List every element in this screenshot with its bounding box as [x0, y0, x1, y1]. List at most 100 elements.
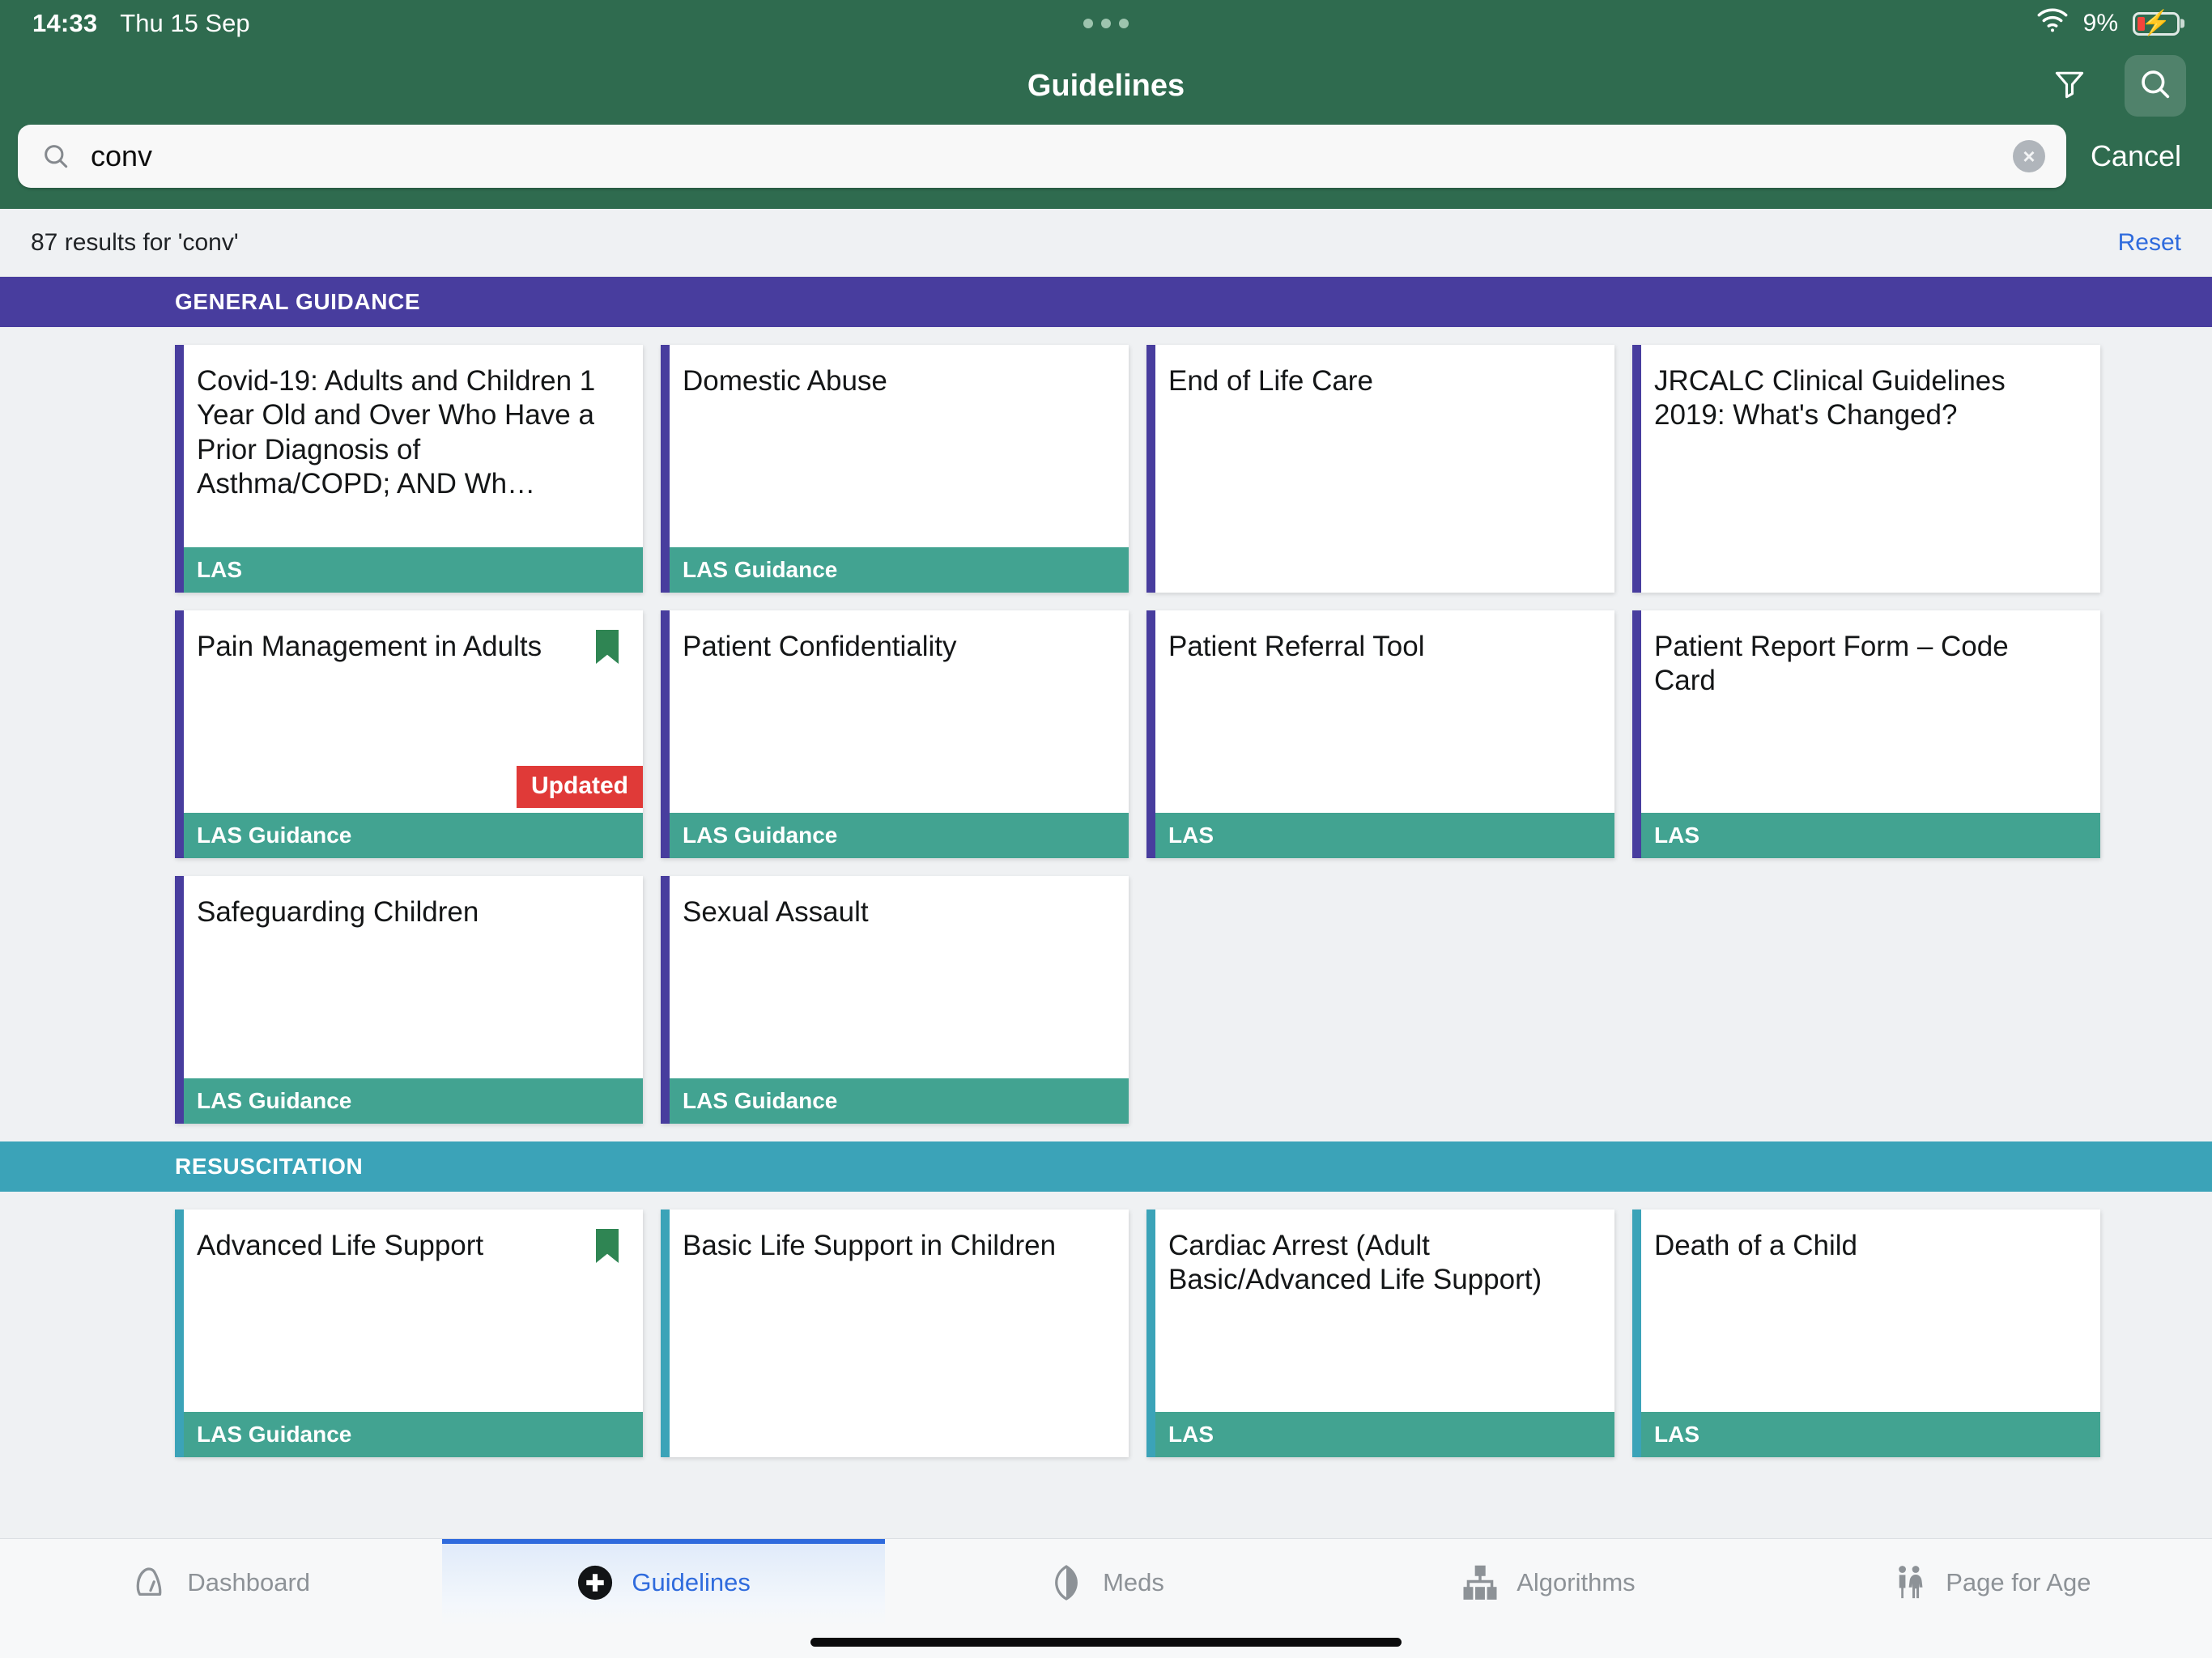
status-bar-right: 9% ⚡	[2036, 8, 2180, 39]
card-title: Cardiac Arrest (Adult Basic/Advanced Lif…	[1168, 1230, 1542, 1296]
card-title: Pain Management in Adults	[197, 631, 542, 662]
card-grid: Covid-19: Adults and Children 1 Year Old…	[0, 327, 2212, 1141]
section-header: RESUSCITATION	[0, 1141, 2212, 1192]
status-bar: 14:33 Thu 15 Sep 9% ⚡	[0, 0, 2212, 47]
guideline-card[interactable]: Advanced Life Support LAS Guidance	[175, 1209, 643, 1457]
card-title: Death of a Child	[1654, 1230, 1857, 1261]
tab-dashboard[interactable]: Dashboard	[0, 1539, 442, 1626]
tab-label: Dashboard	[187, 1567, 311, 1596]
card-body: Basic Life Support in Children	[661, 1209, 1129, 1457]
tab-page-for-age[interactable]: Page for Age	[1770, 1539, 2212, 1626]
results-list[interactable]: GENERAL GUIDANCE Covid-19: Adults and Chi…	[0, 277, 2212, 1538]
search-icon	[40, 141, 71, 172]
card-title: Sexual Assault	[683, 896, 869, 928]
tab-label: Page for Age	[1946, 1567, 2091, 1596]
status-date: Thu 15 Sep	[120, 9, 250, 37]
tab-label: Algorithms	[1516, 1567, 1636, 1596]
card-body: Patient Confidentiality	[661, 610, 1129, 813]
circle-plus-icon	[576, 1564, 614, 1601]
results-bar: 87 results for 'conv' Reset	[0, 209, 2212, 277]
reset-button[interactable]: Reset	[2118, 229, 2181, 257]
guideline-card[interactable]: Covid-19: Adults and Children 1 Year Old…	[175, 345, 643, 593]
card-source-label: LAS Guidance	[175, 813, 643, 858]
tab-algorithms[interactable]: Algorithms	[1327, 1539, 1769, 1626]
tab-label: Guidelines	[632, 1567, 751, 1596]
filter-button[interactable]	[2039, 55, 2100, 117]
status-bar-left: 14:33 Thu 15 Sep	[32, 9, 250, 38]
guideline-card[interactable]: Domestic Abuse LAS Guidance	[661, 345, 1129, 593]
guideline-card[interactable]: Basic Life Support in Children	[661, 1209, 1129, 1457]
bookmark-icon[interactable]	[594, 1229, 620, 1265]
card-body: Cardiac Arrest (Adult Basic/Advanced Lif…	[1146, 1209, 1614, 1412]
home-indicator-area	[0, 1626, 2212, 1658]
guideline-card[interactable]: JRCALC Clinical Guidelines 2019: What's …	[1632, 345, 2100, 593]
guideline-card[interactable]: Cardiac Arrest (Adult Basic/Advanced Lif…	[1146, 1209, 1614, 1457]
card-source-label: LAS Guidance	[661, 813, 1129, 858]
search-button[interactable]	[2125, 55, 2186, 117]
card-body: Domestic Abuse	[661, 345, 1129, 547]
page-title: Guidelines	[1027, 68, 1185, 103]
results-count: 87 results for 'conv'	[31, 228, 239, 256]
card-body: Death of a Child	[1632, 1209, 2100, 1412]
gauge-icon	[132, 1564, 169, 1601]
guideline-card[interactable]: Death of a Child LAS	[1632, 1209, 2100, 1457]
battery-charging-icon: ⚡	[2133, 11, 2180, 36]
card-title: Patient Report Form – Code Card	[1654, 631, 2009, 697]
card-source-label: LAS	[175, 547, 643, 593]
card-body: Patient Referral Tool	[1146, 610, 1614, 813]
battery-percent: 9%	[2082, 10, 2118, 36]
app-header: Guidelines	[0, 47, 2212, 125]
card-grid: Advanced Life Support LAS Guidance Basic L…	[0, 1192, 2212, 1475]
multitask-handle[interactable]	[1083, 19, 1129, 28]
header-actions	[2039, 55, 2186, 117]
status-time: 14:33	[32, 9, 98, 37]
guideline-card[interactable]: Patient Confidentiality LAS Guidance	[661, 610, 1129, 858]
bottom-tab-bar: Dashboard Guidelines Meds Algorithms Page fo…	[0, 1538, 2212, 1626]
search-bar: × Cancel	[0, 125, 2212, 209]
pill-icon	[1048, 1564, 1085, 1601]
card-body: JRCALC Clinical Guidelines 2019: What's …	[1632, 345, 2100, 593]
cancel-button[interactable]: Cancel	[2087, 134, 2184, 178]
search-field[interactable]: ×	[18, 125, 2066, 188]
card-title: Patient Confidentiality	[683, 631, 957, 662]
card-source-label: LAS Guidance	[661, 547, 1129, 593]
card-body: Sexual Assault	[661, 876, 1129, 1078]
card-source-label: LAS Guidance	[175, 1412, 643, 1457]
card-title: Safeguarding Children	[197, 896, 479, 928]
guideline-card[interactable]: Sexual Assault LAS Guidance	[661, 876, 1129, 1124]
guideline-card[interactable]: Patient Referral Tool LAS	[1146, 610, 1614, 858]
card-title: Patient Referral Tool	[1168, 631, 1425, 662]
filter-funnel-icon	[2052, 66, 2087, 106]
card-body: Safeguarding Children	[175, 876, 643, 1078]
guideline-card[interactable]: Pain Management in Adults Updated LAS Guid…	[175, 610, 643, 858]
card-source-label: LAS	[1632, 1412, 2100, 1457]
wifi-icon	[2036, 8, 2069, 39]
guideline-card[interactable]: Safeguarding Children LAS Guidance	[175, 876, 643, 1124]
card-body: Covid-19: Adults and Children 1 Year Old…	[175, 345, 643, 547]
clear-search-icon[interactable]: ×	[2012, 140, 2045, 172]
bookmark-icon[interactable]	[594, 630, 620, 665]
card-body: Patient Report Form – Code Card	[1632, 610, 2100, 813]
hierarchy-icon	[1461, 1564, 1499, 1601]
card-title: JRCALC Clinical Guidelines 2019: What's …	[1654, 365, 2006, 432]
guideline-card[interactable]: End of Life Care	[1146, 345, 1614, 593]
status-badge: Updated	[517, 766, 643, 808]
card-source-label: LAS	[1146, 813, 1614, 858]
card-title: Domestic Abuse	[683, 365, 887, 397]
section-header: GENERAL GUIDANCE	[0, 277, 2212, 327]
card-source-label: LAS Guidance	[661, 1078, 1129, 1124]
card-source-label: LAS	[1632, 813, 2100, 858]
tab-guidelines[interactable]: Guidelines	[442, 1539, 886, 1626]
tab-label: Meds	[1103, 1567, 1164, 1596]
card-source-label: LAS	[1146, 1412, 1614, 1457]
guideline-card[interactable]: Patient Report Form – Code Card LAS	[1632, 610, 2100, 858]
people-icon	[1891, 1564, 1928, 1601]
card-title: End of Life Care	[1168, 365, 1373, 397]
card-body: End of Life Care	[1146, 345, 1614, 593]
card-body: Pain Management in Adults Updated	[175, 610, 643, 813]
card-title: Advanced Life Support	[197, 1230, 484, 1261]
search-input[interactable]	[91, 139, 2013, 173]
tab-meds[interactable]: Meds	[885, 1539, 1327, 1626]
search-icon	[2137, 66, 2174, 107]
home-indicator[interactable]	[810, 1637, 1402, 1647]
